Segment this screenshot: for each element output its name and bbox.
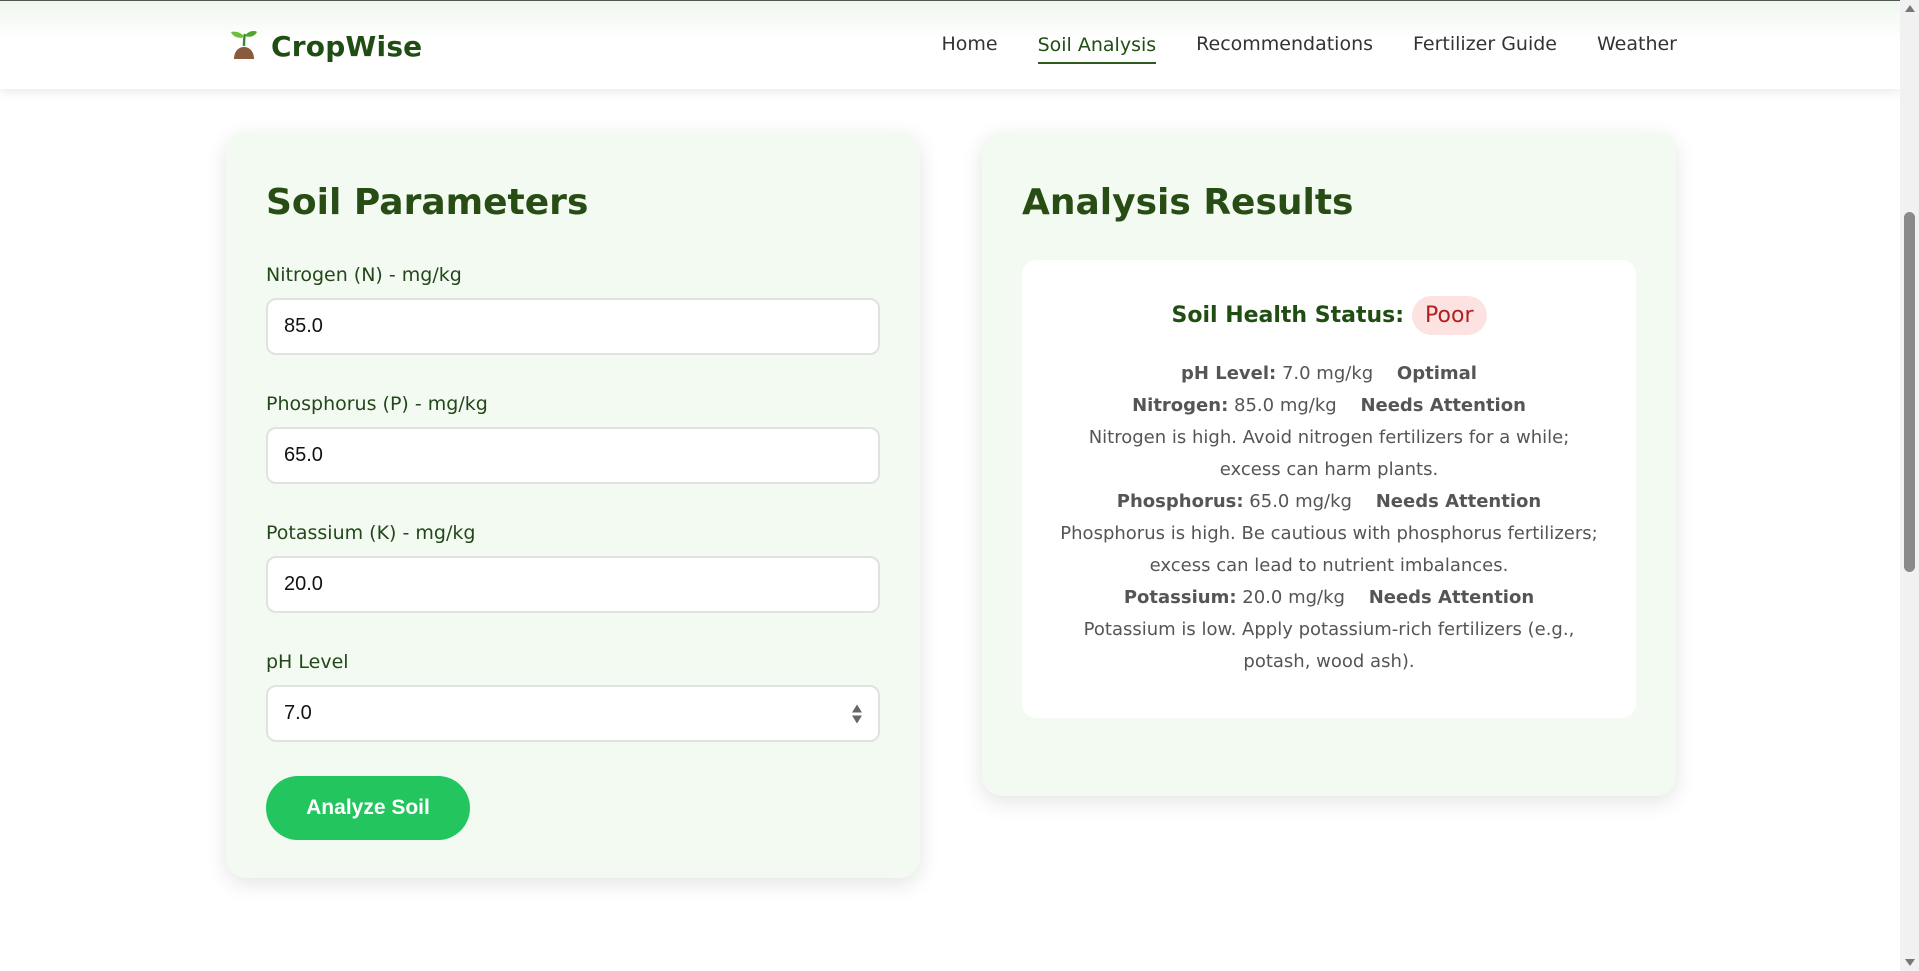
brand-logo[interactable]: CropWise: [229, 27, 422, 65]
analyze-soil-button[interactable]: Analyze Soil: [266, 776, 470, 840]
nitrogen-field-group: Nitrogen (N) - mg/kg 85.0: [266, 264, 880, 355]
results-panel: Soil Health Status: Poor pH Level: 7.0 m…: [1022, 260, 1636, 718]
analysis-results-card: Analysis Results Soil Health Status: Poo…: [982, 132, 1676, 796]
phosphorus-result-status: Needs Attention: [1375, 491, 1542, 512]
phosphorus-result-value: 65.0 mg/kg: [1249, 491, 1352, 512]
potassium-result-note: Potassium is low. Apply potassium-rich f…: [1083, 619, 1575, 672]
ph-result-status: Optimal: [1396, 363, 1477, 384]
scroll-down-icon[interactable]: [1905, 959, 1915, 966]
phosphorus-result-row: Phosphorus: 65.0 mg/kg Needs Attention: [1022, 486, 1636, 518]
ph-field-group: pH Level 7.0: [266, 651, 880, 742]
analysis-results-title: Analysis Results: [1022, 182, 1354, 223]
main-nav: Home Soil Analysis Recommendations Ferti…: [941, 33, 1677, 64]
nav-fertilizer-guide[interactable]: Fertilizer Guide: [1413, 33, 1557, 64]
potassium-field-group: Potassium (K) - mg/kg 20.0: [266, 522, 880, 613]
potassium-result-value: 20.0 mg/kg: [1242, 587, 1345, 608]
page: CropWise Home Soil Analysis Recommendati…: [0, 0, 1900, 971]
potassium-input[interactable]: 20.0: [266, 556, 880, 613]
nitrogen-result-status: Needs Attention: [1360, 395, 1526, 416]
ph-result-row: pH Level: 7.0 mg/kg Optimal: [1022, 358, 1636, 390]
phosphorus-label: Phosphorus (P) - mg/kg: [266, 393, 488, 415]
potassium-result-status: Needs Attention: [1368, 587, 1535, 608]
soil-health-status: Soil Health Status: Poor: [1022, 296, 1636, 335]
ph-result-label: pH Level:: [1181, 363, 1277, 384]
seedling-icon: [229, 28, 259, 64]
results-details: pH Level: 7.0 mg/kg Optimal Nitrogen: 85…: [1022, 358, 1636, 678]
scrollbar-thumb[interactable]: [1904, 212, 1915, 572]
soil-parameters-title: Soil Parameters: [266, 182, 589, 223]
potassium-result-row: Potassium: 20.0 mg/kg Needs Attention: [1022, 582, 1636, 614]
nav-home[interactable]: Home: [941, 33, 997, 64]
ph-result-value: 7.0 mg/kg: [1281, 363, 1374, 384]
status-badge: Poor: [1412, 296, 1487, 335]
soil-parameters-card: Soil Parameters Nitrogen (N) - mg/kg 85.…: [226, 132, 920, 878]
potassium-result-label: Potassium:: [1123, 587, 1237, 608]
nitrogen-result-label: Nitrogen:: [1132, 395, 1229, 416]
status-label: Soil Health Status:: [1171, 303, 1405, 328]
phosphorus-input[interactable]: 65.0: [266, 427, 880, 484]
scroll-up-icon[interactable]: [1905, 5, 1915, 12]
ph-input-wrapper: 7.0: [266, 685, 880, 742]
nitrogen-result-note: Nitrogen is high. Avoid nitrogen fertili…: [1088, 427, 1570, 480]
phosphorus-result-label: Phosphorus:: [1116, 491, 1244, 512]
ph-input[interactable]: 7.0: [266, 685, 880, 742]
nitrogen-result-value: 85.0 mg/kg: [1234, 395, 1337, 416]
top-navbar: CropWise Home Soil Analysis Recommendati…: [0, 1, 1900, 89]
vertical-scrollbar[interactable]: [1900, 0, 1919, 971]
nav-recommendations[interactable]: Recommendations: [1196, 33, 1373, 64]
potassium-label: Potassium (K) - mg/kg: [266, 522, 476, 544]
nav-soil-analysis[interactable]: Soil Analysis: [1037, 34, 1157, 64]
nav-weather[interactable]: Weather: [1597, 33, 1677, 64]
nitrogen-label: Nitrogen (N) - mg/kg: [266, 264, 462, 286]
ph-stepper[interactable]: [852, 704, 862, 723]
stepper-down-icon[interactable]: [852, 715, 862, 723]
ph-label: pH Level: [266, 651, 349, 673]
nitrogen-result-row: Nitrogen: 85.0 mg/kg Needs Attention: [1022, 390, 1636, 422]
phosphorus-result-note: Phosphorus is high. Be cautious with pho…: [1060, 523, 1598, 576]
nitrogen-input[interactable]: 85.0: [266, 298, 880, 355]
brand-name: CropWise: [271, 29, 423, 63]
phosphorus-field-group: Phosphorus (P) - mg/kg 65.0: [266, 393, 880, 484]
stepper-up-icon[interactable]: [852, 704, 862, 712]
